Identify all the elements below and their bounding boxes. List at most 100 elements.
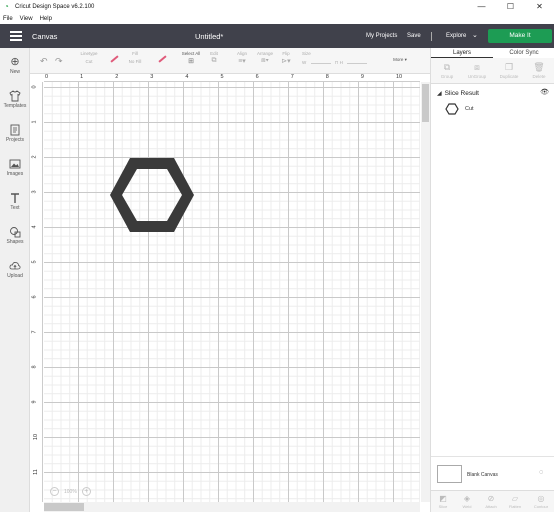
close-button[interactable]: ✕ bbox=[525, 0, 554, 14]
document-title[interactable]: Untitled* bbox=[195, 32, 223, 41]
ruler-v-number: 0 bbox=[31, 85, 38, 89]
maximize-button[interactable]: ☐ bbox=[496, 0, 525, 14]
linetype-color-swatch-icon[interactable] bbox=[110, 55, 119, 63]
left-sidebar: ⊕ New Templates Projects Images Text Sha… bbox=[0, 48, 30, 512]
group-button[interactable]: ⧉ Group bbox=[433, 62, 461, 79]
weld-icon: ◈ bbox=[463, 494, 471, 503]
select-all-button[interactable]: Select All ⊞ bbox=[178, 51, 204, 65]
layer-group-slice-result[interactable]: ◢ Slice Result 👁 bbox=[437, 88, 549, 98]
linetype-dropdown[interactable]: Linetype Cut bbox=[78, 51, 100, 64]
caret-down-icon[interactable]: ◢ bbox=[437, 90, 442, 97]
tab-color-sync[interactable]: Color Sync bbox=[493, 48, 554, 58]
edit-icon: ⧉ bbox=[211, 57, 217, 64]
width-field-label: W bbox=[302, 60, 307, 65]
my-projects-button[interactable]: My Projects bbox=[366, 33, 397, 39]
delete-button[interactable]: 🗑 Delete bbox=[525, 62, 553, 79]
tab-layers[interactable]: Layers bbox=[431, 48, 493, 58]
ruler-h-number: 3 bbox=[150, 74, 154, 80]
flip-label: Flip bbox=[282, 51, 290, 56]
menu-view[interactable]: View bbox=[20, 16, 33, 22]
menu-help[interactable]: Help bbox=[40, 16, 52, 22]
contour-icon: ◎ bbox=[537, 494, 545, 503]
attach-button[interactable]: ⊘ Attach bbox=[479, 494, 503, 509]
ruler-h-number: 10 bbox=[396, 74, 403, 80]
arrange-button[interactable]: Arrange ⧈▾ bbox=[254, 51, 276, 65]
text-icon bbox=[9, 192, 21, 204]
ruler-h-number: 6 bbox=[255, 74, 259, 80]
sidebar-item-projects[interactable]: Projects bbox=[0, 124, 30, 143]
vertical-scrollbar[interactable] bbox=[421, 82, 430, 502]
layer-row[interactable]: Cut bbox=[445, 102, 549, 116]
canvas-grid[interactable] bbox=[44, 82, 420, 502]
flatten-button[interactable]: ▱ Flatten bbox=[503, 494, 527, 509]
images-icon bbox=[9, 158, 21, 170]
make-it-button[interactable]: Make It bbox=[488, 29, 552, 43]
ruler-h-number: 8 bbox=[325, 74, 329, 80]
hamburger-menu-icon[interactable] bbox=[10, 29, 22, 44]
duplicate-button[interactable]: ❐ Duplicate bbox=[495, 62, 523, 79]
chevron-down-icon[interactable]: ⌄ bbox=[472, 31, 478, 39]
save-button[interactable]: Save bbox=[407, 33, 421, 39]
zoom-control: − 100% + bbox=[50, 487, 91, 496]
size-fields: W ⊓ H bbox=[302, 59, 368, 66]
sidebar-item-upload[interactable]: Upload bbox=[0, 260, 30, 279]
ruler-h-number: 0 bbox=[45, 74, 49, 80]
undo-icon[interactable]: ↶ bbox=[40, 56, 48, 67]
horizontal-scrollbar[interactable] bbox=[44, 502, 420, 512]
sidebar-item-new[interactable]: ⊕ New bbox=[0, 56, 30, 75]
edit-button[interactable]: Edit ⧉ bbox=[206, 51, 222, 65]
duplicate-icon: ❐ bbox=[504, 62, 514, 72]
ungroup-label: UnGroup bbox=[467, 74, 487, 79]
blank-canvas-swatch[interactable] bbox=[437, 465, 462, 483]
align-label: Align bbox=[236, 51, 247, 56]
cricut-logo-icon: ◔ bbox=[4, 2, 9, 11]
fill-color-swatch-icon[interactable] bbox=[158, 55, 167, 63]
sidebar-item-label: Templates bbox=[3, 103, 27, 109]
sidebar-item-label: Text bbox=[10, 205, 20, 211]
explore-button[interactable]: Explore bbox=[446, 33, 466, 39]
ruler-v-number: 6 bbox=[31, 295, 38, 299]
delete-label: Delete bbox=[532, 74, 546, 79]
hexagon-icon bbox=[445, 103, 459, 115]
zoom-out-button[interactable]: − bbox=[50, 487, 59, 496]
layer-tools: ⧉ Group ⧈ UnGroup ❐ Duplicate 🗑 Delete bbox=[431, 58, 554, 84]
sidebar-item-templates[interactable]: Templates bbox=[0, 90, 30, 109]
ruler-h-number: 7 bbox=[290, 74, 294, 80]
lock-icon[interactable]: ⊓ bbox=[335, 60, 339, 65]
ruler-h-number: 1 bbox=[80, 74, 84, 80]
height-input[interactable] bbox=[347, 59, 368, 64]
attach-icon: ⊘ bbox=[487, 494, 495, 503]
sidebar-item-label: Images bbox=[6, 171, 24, 177]
cloud-upload-icon bbox=[9, 260, 21, 272]
more-button[interactable]: More ▾ bbox=[388, 57, 412, 63]
flip-button[interactable]: Flip ⊳▾ bbox=[278, 51, 294, 65]
plus-circle-icon: ⊕ bbox=[10, 56, 20, 68]
align-button[interactable]: Align ≡▾ bbox=[232, 51, 252, 65]
hexagon-shape[interactable] bbox=[108, 156, 196, 234]
weld-button[interactable]: ◈ Weld bbox=[455, 494, 479, 509]
horizontal-scroll-thumb[interactable] bbox=[44, 503, 84, 511]
fill-value: No Fill bbox=[128, 59, 142, 64]
blank-canvas-row[interactable]: Blank Canvas ◌ bbox=[431, 456, 554, 490]
edit-toolbar: ↶ ↷ Linetype Cut Fill No Fill Select All… bbox=[30, 48, 430, 74]
linetype-label: Linetype bbox=[80, 51, 98, 56]
minimize-button[interactable]: — bbox=[467, 0, 496, 14]
sidebar-item-shapes[interactable]: Shapes bbox=[0, 226, 30, 245]
slice-button[interactable]: ◩ Slice bbox=[431, 494, 455, 509]
eye-hidden-icon[interactable]: ◌ bbox=[539, 469, 543, 476]
ruler-v-number: 1 bbox=[31, 120, 38, 124]
sidebar-item-text[interactable]: Text bbox=[0, 192, 30, 211]
edit-label: Edit bbox=[210, 51, 218, 56]
sidebar-item-images[interactable]: Images bbox=[0, 158, 30, 177]
width-input[interactable] bbox=[310, 59, 331, 64]
fill-label: Fill bbox=[132, 51, 138, 56]
contour-button[interactable]: ◎ Contour bbox=[529, 494, 553, 509]
redo-icon[interactable]: ↷ bbox=[55, 56, 63, 67]
menu-file[interactable]: File bbox=[3, 16, 13, 22]
vertical-scroll-thumb[interactable] bbox=[422, 84, 429, 122]
zoom-in-button[interactable]: + bbox=[81, 487, 91, 496]
linetype-value: Cut bbox=[85, 59, 93, 64]
fill-dropdown[interactable]: Fill No Fill bbox=[124, 51, 146, 64]
ungroup-button[interactable]: ⧈ UnGroup bbox=[463, 62, 491, 79]
eye-icon[interactable]: 👁 bbox=[540, 88, 549, 96]
